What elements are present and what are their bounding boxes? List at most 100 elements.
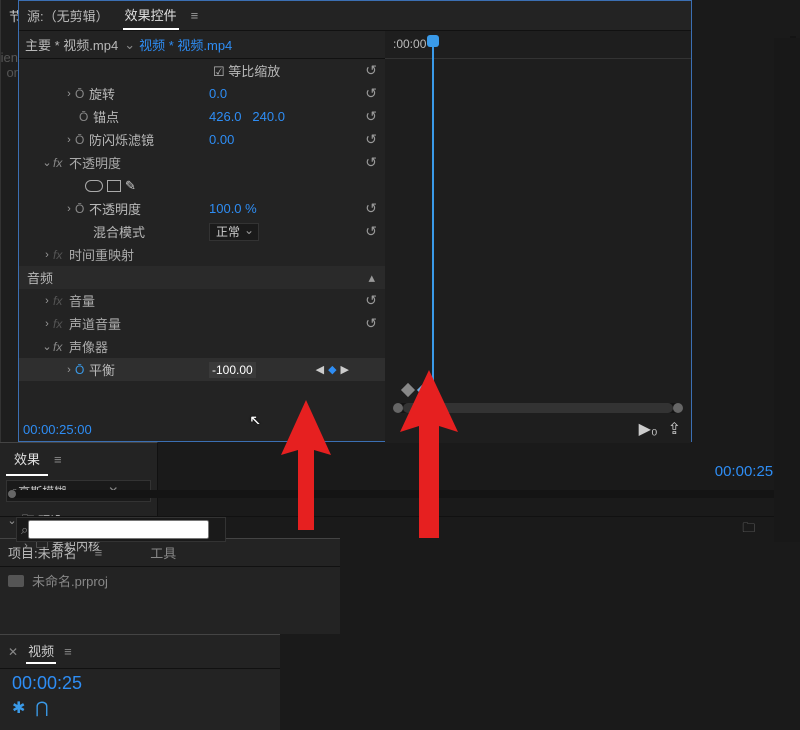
panel-menu-icon[interactable]: ≡ [95,545,103,560]
reset-icon[interactable]: ↺ [365,62,377,79]
anchor-x-value[interactable]: 426.0 [209,109,242,124]
twisty-icon[interactable]: › [63,134,75,146]
balance-label: 平衡 [89,360,115,379]
project-file-name: 未命名.prproj [32,571,108,590]
anchor-row[interactable]: Ō 锚点 426.0 240.0 ↺ [19,105,385,128]
channel-volume-section[interactable]: › fx 声道音量 ↺ [19,312,385,335]
twisty-icon[interactable]: › [41,295,53,307]
blend-mode-label: 混合模式 [93,222,145,241]
blend-mode-dropdown[interactable]: 正常 [209,223,259,241]
scale-lock-row[interactable]: ☑ 等比缩放 ↺ [19,59,385,82]
pen-mask-icon[interactable]: ✎ [125,178,136,194]
twisty-icon[interactable]: › [63,88,75,100]
audio-header[interactable]: 音频 ▴ [19,266,385,289]
project-search[interactable]: ⌕ [16,517,226,542]
antiflicker-row[interactable]: › Ō 防闪烁滤镜 0.00 ↺ [19,128,385,151]
opacity-value-row[interactable]: › Ō 不透明度 100.0 % ↺ [19,197,385,220]
list-view-icon[interactable]: 🗀 [742,519,755,541]
reset-icon[interactable]: ↺ [365,108,377,125]
ruler-timecode: :00:00 [393,37,426,51]
opacity-section[interactable]: ⌄ fx 不透明度 ↺ [19,151,385,174]
project-search-input[interactable] [28,520,209,539]
twisty-icon[interactable]: ⌄ [41,156,53,169]
fx-badge-icon[interactable]: fx [53,156,69,170]
stopwatch-icon[interactable]: Ō [75,87,89,101]
reset-icon[interactable]: ↺ [365,154,377,171]
audio-header-label: 音频 [27,268,53,287]
twisty-icon[interactable]: › [41,249,53,261]
panner-section[interactable]: ⌄ fx 声像器 [19,335,385,358]
chevron-down-icon[interactable]: ⌄ [124,37,135,53]
reset-icon[interactable]: ↺ [365,200,377,217]
tab-effect-controls[interactable]: 效果控件 [123,1,179,30]
opacity-value[interactable]: 100.0 % [209,201,257,216]
antiflicker-label: 防闪烁滤镜 [89,130,154,149]
blend-mode-row[interactable]: 混合模式 正常 ↺ [19,220,385,243]
time-remap-label: 时间重映射 [69,245,134,264]
reset-icon[interactable]: ↺ [365,223,377,240]
anchor-y-value[interactable]: 240.0 [252,109,285,124]
ellipse-mask-icon[interactable] [85,180,103,192]
mask-tools-row: ✎ [19,174,385,197]
time-ruler[interactable]: :00:00 [385,31,691,59]
collapse-icon[interactable]: ▴ [368,270,375,286]
go-to-in-icon[interactable]: ▶₀ [639,419,658,439]
cursor-icon: ↖ [249,411,262,424]
opacity-section-label: 不透明度 [69,153,121,172]
rotation-row[interactable]: › Ō 旋转 0.0 ↺ [19,82,385,105]
add-keyframe-icon[interactable]: ◆ [328,363,336,376]
anchor-label: 锚点 [93,107,119,126]
fx-badge-icon: fx [53,340,69,354]
panel-menu-icon[interactable]: ≡ [64,644,72,659]
reset-icon[interactable]: ↺ [365,292,377,309]
reset-icon[interactable]: ↺ [365,315,377,332]
rect-mask-icon[interactable] [107,180,121,192]
opacity-label: 不透明度 [89,199,141,218]
stopwatch-icon[interactable]: Ō [75,133,89,147]
crumb-line2: or [0,65,18,80]
tab-source[interactable]: 源:（无剪辑） [25,2,111,29]
reset-icon[interactable]: ↺ [365,131,377,148]
next-keyframe-icon[interactable]: ▶ [341,363,349,376]
crumb-line1: ien [0,50,18,65]
prev-keyframe-icon[interactable]: ◀ [316,363,324,376]
playhead[interactable] [427,35,439,47]
panel-menu-icon[interactable]: ≡ [54,452,62,467]
antiflicker-value[interactable]: 0.00 [209,132,234,147]
export-frame-icon[interactable]: ⇪ [668,419,681,439]
panel-menu-icon[interactable]: ≡ [191,8,199,23]
fx-badge-icon: fx [53,317,69,331]
stopwatch-icon[interactable]: Ō [79,110,93,124]
rotation-value[interactable]: 0.0 [209,86,227,101]
tab-sequence[interactable]: 视频 [26,639,56,664]
tab-effects[interactable]: 效果 [6,443,48,476]
twisty-icon[interactable]: › [63,203,75,215]
keyframe-nav[interactable]: ◀ ◆ ▶ [316,363,349,376]
source-tab-bar: 源:（无剪辑） 效果控件 ≡ [19,1,691,31]
tab-project[interactable]: 项目:未命名 [8,543,77,562]
project-panel: 项目:未命名 ≡ 工具 未命名.prproj ⌕ 🗀 1... [0,538,340,634]
sequence-ruler[interactable] [774,38,800,542]
project-path-row[interactable]: 未命名.prproj [0,567,340,594]
reset-icon[interactable]: ↺ [365,85,377,102]
twisty-icon[interactable]: ⌄ [41,340,53,353]
linked-selection-icon[interactable]: ⋂ [35,698,48,718]
snap-icon[interactable]: ✱ [12,698,25,718]
stopwatch-icon[interactable]: Ō [75,202,89,216]
time-remap-section[interactable]: › fx 时间重映射 [19,243,385,266]
sequence-timecode[interactable]: 00:00:25 [12,673,268,694]
balance-row[interactable]: › Ō 平衡 -100.00 ◀ ◆ ▶ [19,358,385,381]
instance-clip-label[interactable]: 视频 * 视频.mp4 [139,35,232,54]
volume-section[interactable]: › fx 音量 ↺ [19,289,385,312]
rotation-label: 旋转 [89,84,115,103]
master-clip-label[interactable]: 主要 * 视频.mp4 [25,35,118,54]
twisty-icon[interactable]: › [63,364,75,376]
twisty-icon[interactable]: › [41,318,53,330]
panel-timecode[interactable]: 00:00:25:00 [23,422,92,437]
channel-volume-label: 声道音量 [69,314,121,333]
fx-badge-icon: fx [53,294,69,308]
stopwatch-active-icon[interactable]: Ō [75,363,89,377]
close-icon[interactable]: ✕ [8,645,18,659]
tab-tools[interactable]: 工具 [150,543,176,562]
balance-value-input[interactable]: -100.00 [209,362,256,378]
